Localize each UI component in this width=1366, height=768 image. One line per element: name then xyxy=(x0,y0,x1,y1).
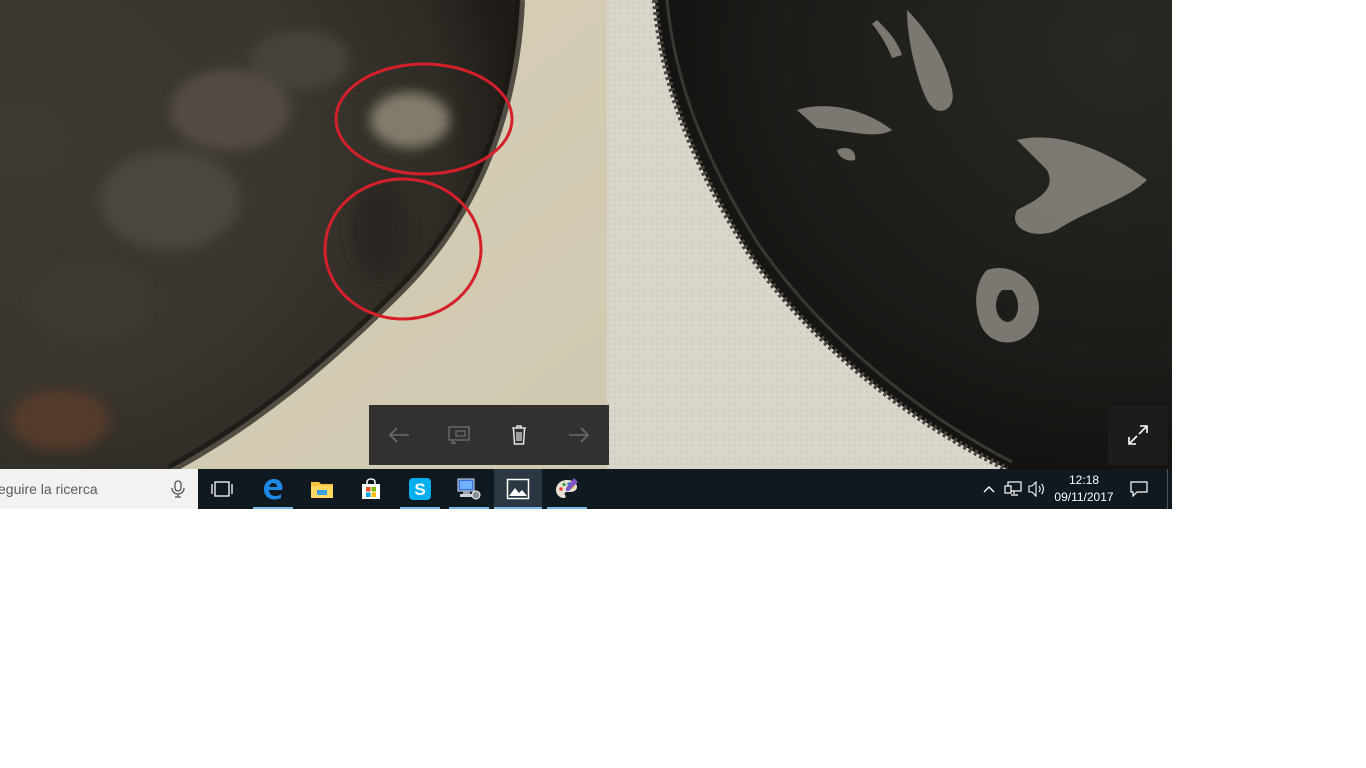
taskbar-network-app[interactable] xyxy=(449,469,489,509)
paint-palette-icon xyxy=(556,478,578,498)
store-bag-icon xyxy=(362,478,380,499)
taskbar-photos[interactable] xyxy=(494,469,542,509)
search-placeholder: eguire la ricerca xyxy=(0,481,98,497)
skype-icon: S xyxy=(409,478,431,500)
tray-network[interactable] xyxy=(1002,469,1024,509)
slideshow-button[interactable] xyxy=(439,415,479,455)
computer-network-icon xyxy=(457,478,481,500)
taskbar: eguire la ricerca S 12:18 09/11/2017 xyxy=(0,469,1172,509)
coin-photo-right-image xyxy=(607,0,1172,469)
network-icon xyxy=(1004,481,1022,496)
photo-viewport[interactable] xyxy=(0,0,1172,469)
next-button[interactable] xyxy=(559,415,599,455)
expand-icon xyxy=(1128,425,1148,445)
task-view-button[interactable] xyxy=(202,469,242,509)
desktop-screen: eguire la ricerca S 12:18 09/11/2017 xyxy=(0,0,1172,509)
microphone-icon[interactable] xyxy=(168,479,188,499)
coin-photo-left-image xyxy=(0,0,607,469)
coin-photo-right xyxy=(607,0,1172,469)
chevron-up-icon xyxy=(983,486,995,493)
taskbar-skype[interactable]: S xyxy=(400,469,440,509)
arrow-left-icon xyxy=(388,427,409,443)
taskbar-file-explorer[interactable] xyxy=(302,469,342,509)
slideshow-icon xyxy=(448,426,470,444)
show-desktop-button[interactable] xyxy=(1167,469,1172,509)
arrow-right-icon xyxy=(569,427,590,443)
taskbar-edge[interactable] xyxy=(253,469,293,509)
photos-icon xyxy=(506,478,530,500)
edge-icon xyxy=(264,479,283,500)
search-box[interactable]: eguire la ricerca xyxy=(0,469,198,509)
clock-time: 12:18 xyxy=(1068,473,1100,487)
svg-text:S: S xyxy=(414,480,425,499)
tray-volume[interactable] xyxy=(1026,469,1048,509)
coin-photo-left xyxy=(0,0,607,469)
volume-icon xyxy=(1028,481,1044,497)
folder-icon xyxy=(311,482,333,498)
taskbar-store[interactable] xyxy=(351,469,391,509)
trash-icon xyxy=(512,425,526,445)
previous-button[interactable] xyxy=(379,415,419,455)
action-center-icon xyxy=(1130,481,1148,497)
viewer-controls xyxy=(369,405,609,465)
taskbar-paint[interactable] xyxy=(547,469,587,509)
taskbar-clock[interactable]: 12:18 09/11/2017 xyxy=(1052,472,1116,506)
clock-date: 09/11/2017 xyxy=(1054,490,1114,504)
delete-button[interactable] xyxy=(499,415,539,455)
fullscreen-button[interactable] xyxy=(1108,405,1168,465)
task-view-icon xyxy=(211,481,233,497)
action-center-button[interactable] xyxy=(1126,469,1152,509)
tray-overflow-button[interactable] xyxy=(980,469,998,509)
